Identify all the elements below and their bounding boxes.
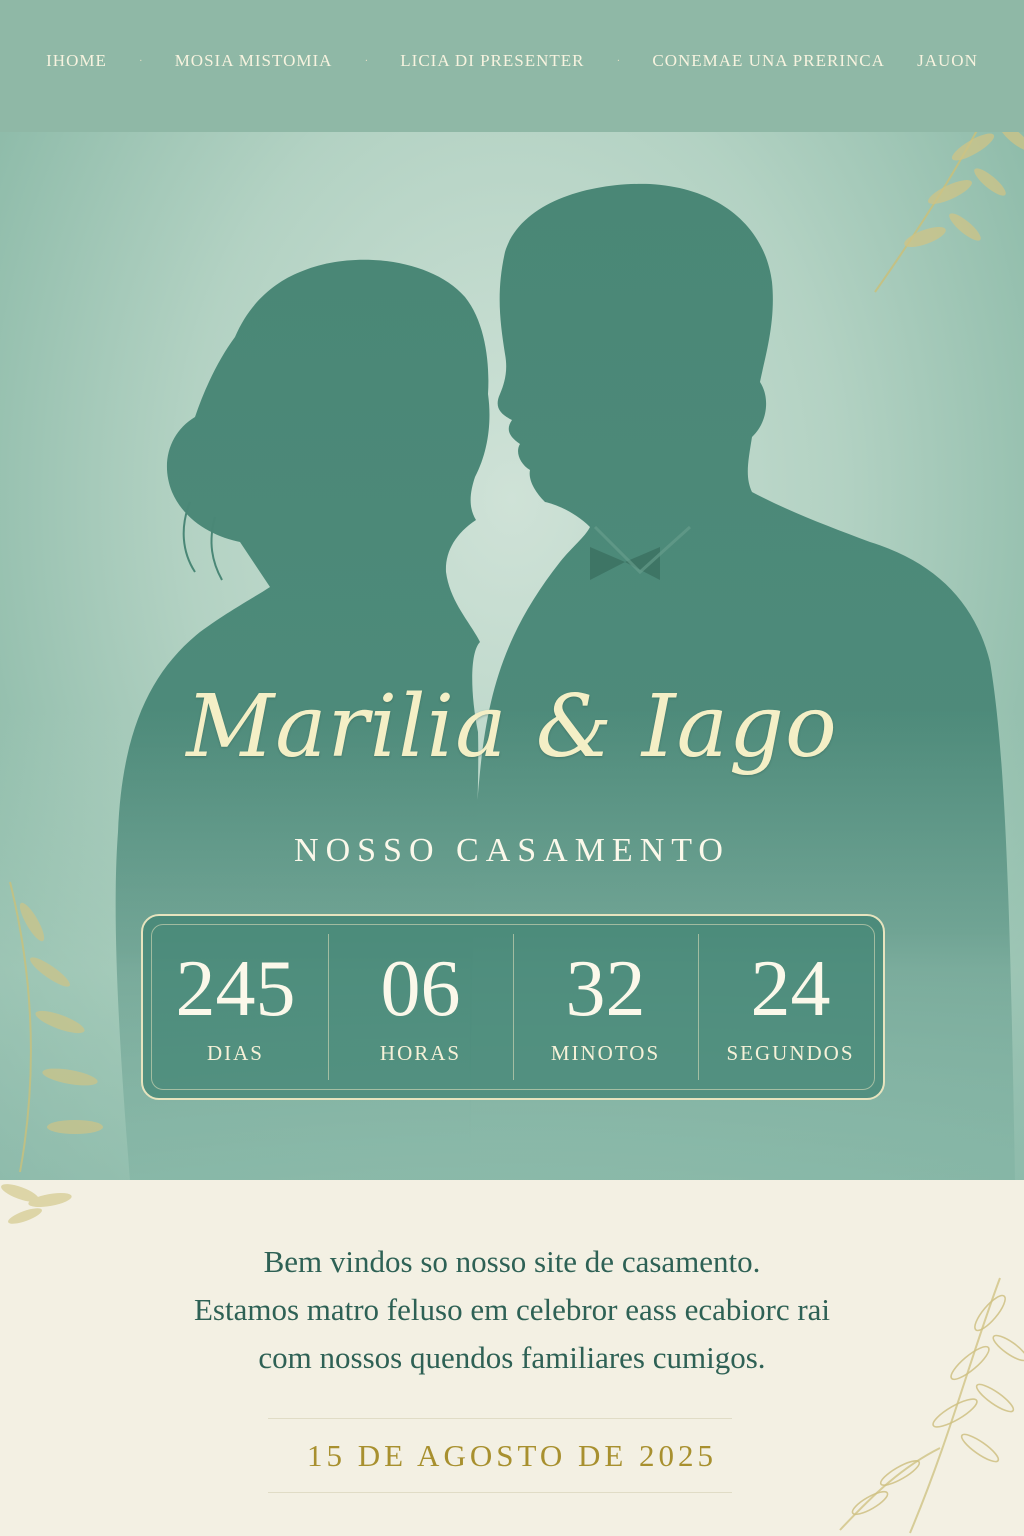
divider-bottom (268, 1492, 732, 1493)
nav-separator: · (364, 55, 369, 67)
countdown-hours: 06 HORAS (328, 916, 513, 1098)
divider-top (268, 1418, 732, 1419)
countdown-days: 245 DIAS (143, 916, 328, 1098)
welcome-message: Bem vindos so nosso site de casamento. E… (0, 1238, 1024, 1382)
welcome-line: Estamos matro feluso em celebror eass ec… (193, 1292, 831, 1327)
countdown-minutes-label: MINOTOS (550, 1040, 661, 1065)
hero-section: Marilia & Iago NOSSO CASAMENTO 245 DIAS … (0, 132, 1024, 1180)
leaf-branch-icon (874, 132, 1024, 293)
countdown-timer: 245 DIAS 06 HORAS 32 MINOTOS 24 SEGUNDOS (141, 914, 885, 1100)
page-subtitle: NOSSO CASAMENTO (294, 832, 730, 869)
top-navigation: IHOME · MOSIA MISTOMIA · LICIA DI PRESEN… (0, 0, 1024, 132)
countdown-hours-label: HORAS (379, 1040, 462, 1065)
countdown-seconds-value: 24 (750, 944, 831, 1033)
nav-item-home[interactable]: IHOME (46, 51, 107, 71)
event-date: 15 DE AGOSTO DE 2025 (306, 1438, 718, 1473)
countdown-seconds: 24 SEGUNDOS (698, 916, 883, 1098)
nav-item-rsvp[interactable]: CONEMAE UNA PRERINCA (652, 51, 885, 71)
countdown-seconds-label: SEGUNDOS (726, 1040, 855, 1065)
nav-item-gift-list[interactable]: LICIA DI PRESENTER (400, 51, 584, 71)
nav-item-story[interactable]: MOSIA MISTOMIA (175, 51, 333, 71)
welcome-line: com nossos quendos familiares cumigos. (258, 1340, 766, 1375)
welcome-line: Bem vindos so nosso site de casamento. (263, 1244, 761, 1279)
countdown-minutes-value: 32 (565, 944, 646, 1033)
nav-separator: · (139, 55, 143, 67)
leaf-branch-icon (1, 1184, 72, 1224)
countdown-days-value: 245 (175, 944, 296, 1033)
leaf-branch-icon (9, 881, 103, 1173)
nav-separator: · (616, 55, 621, 67)
countdown-minutes: 32 MINOTOS (513, 916, 698, 1098)
couple-names: Marilia & Iago (186, 677, 838, 777)
countdown-days-label: DIAS (206, 1040, 264, 1065)
countdown-hours-value: 06 (380, 944, 461, 1033)
nav-item-extra[interactable]: JAUON (917, 51, 978, 71)
